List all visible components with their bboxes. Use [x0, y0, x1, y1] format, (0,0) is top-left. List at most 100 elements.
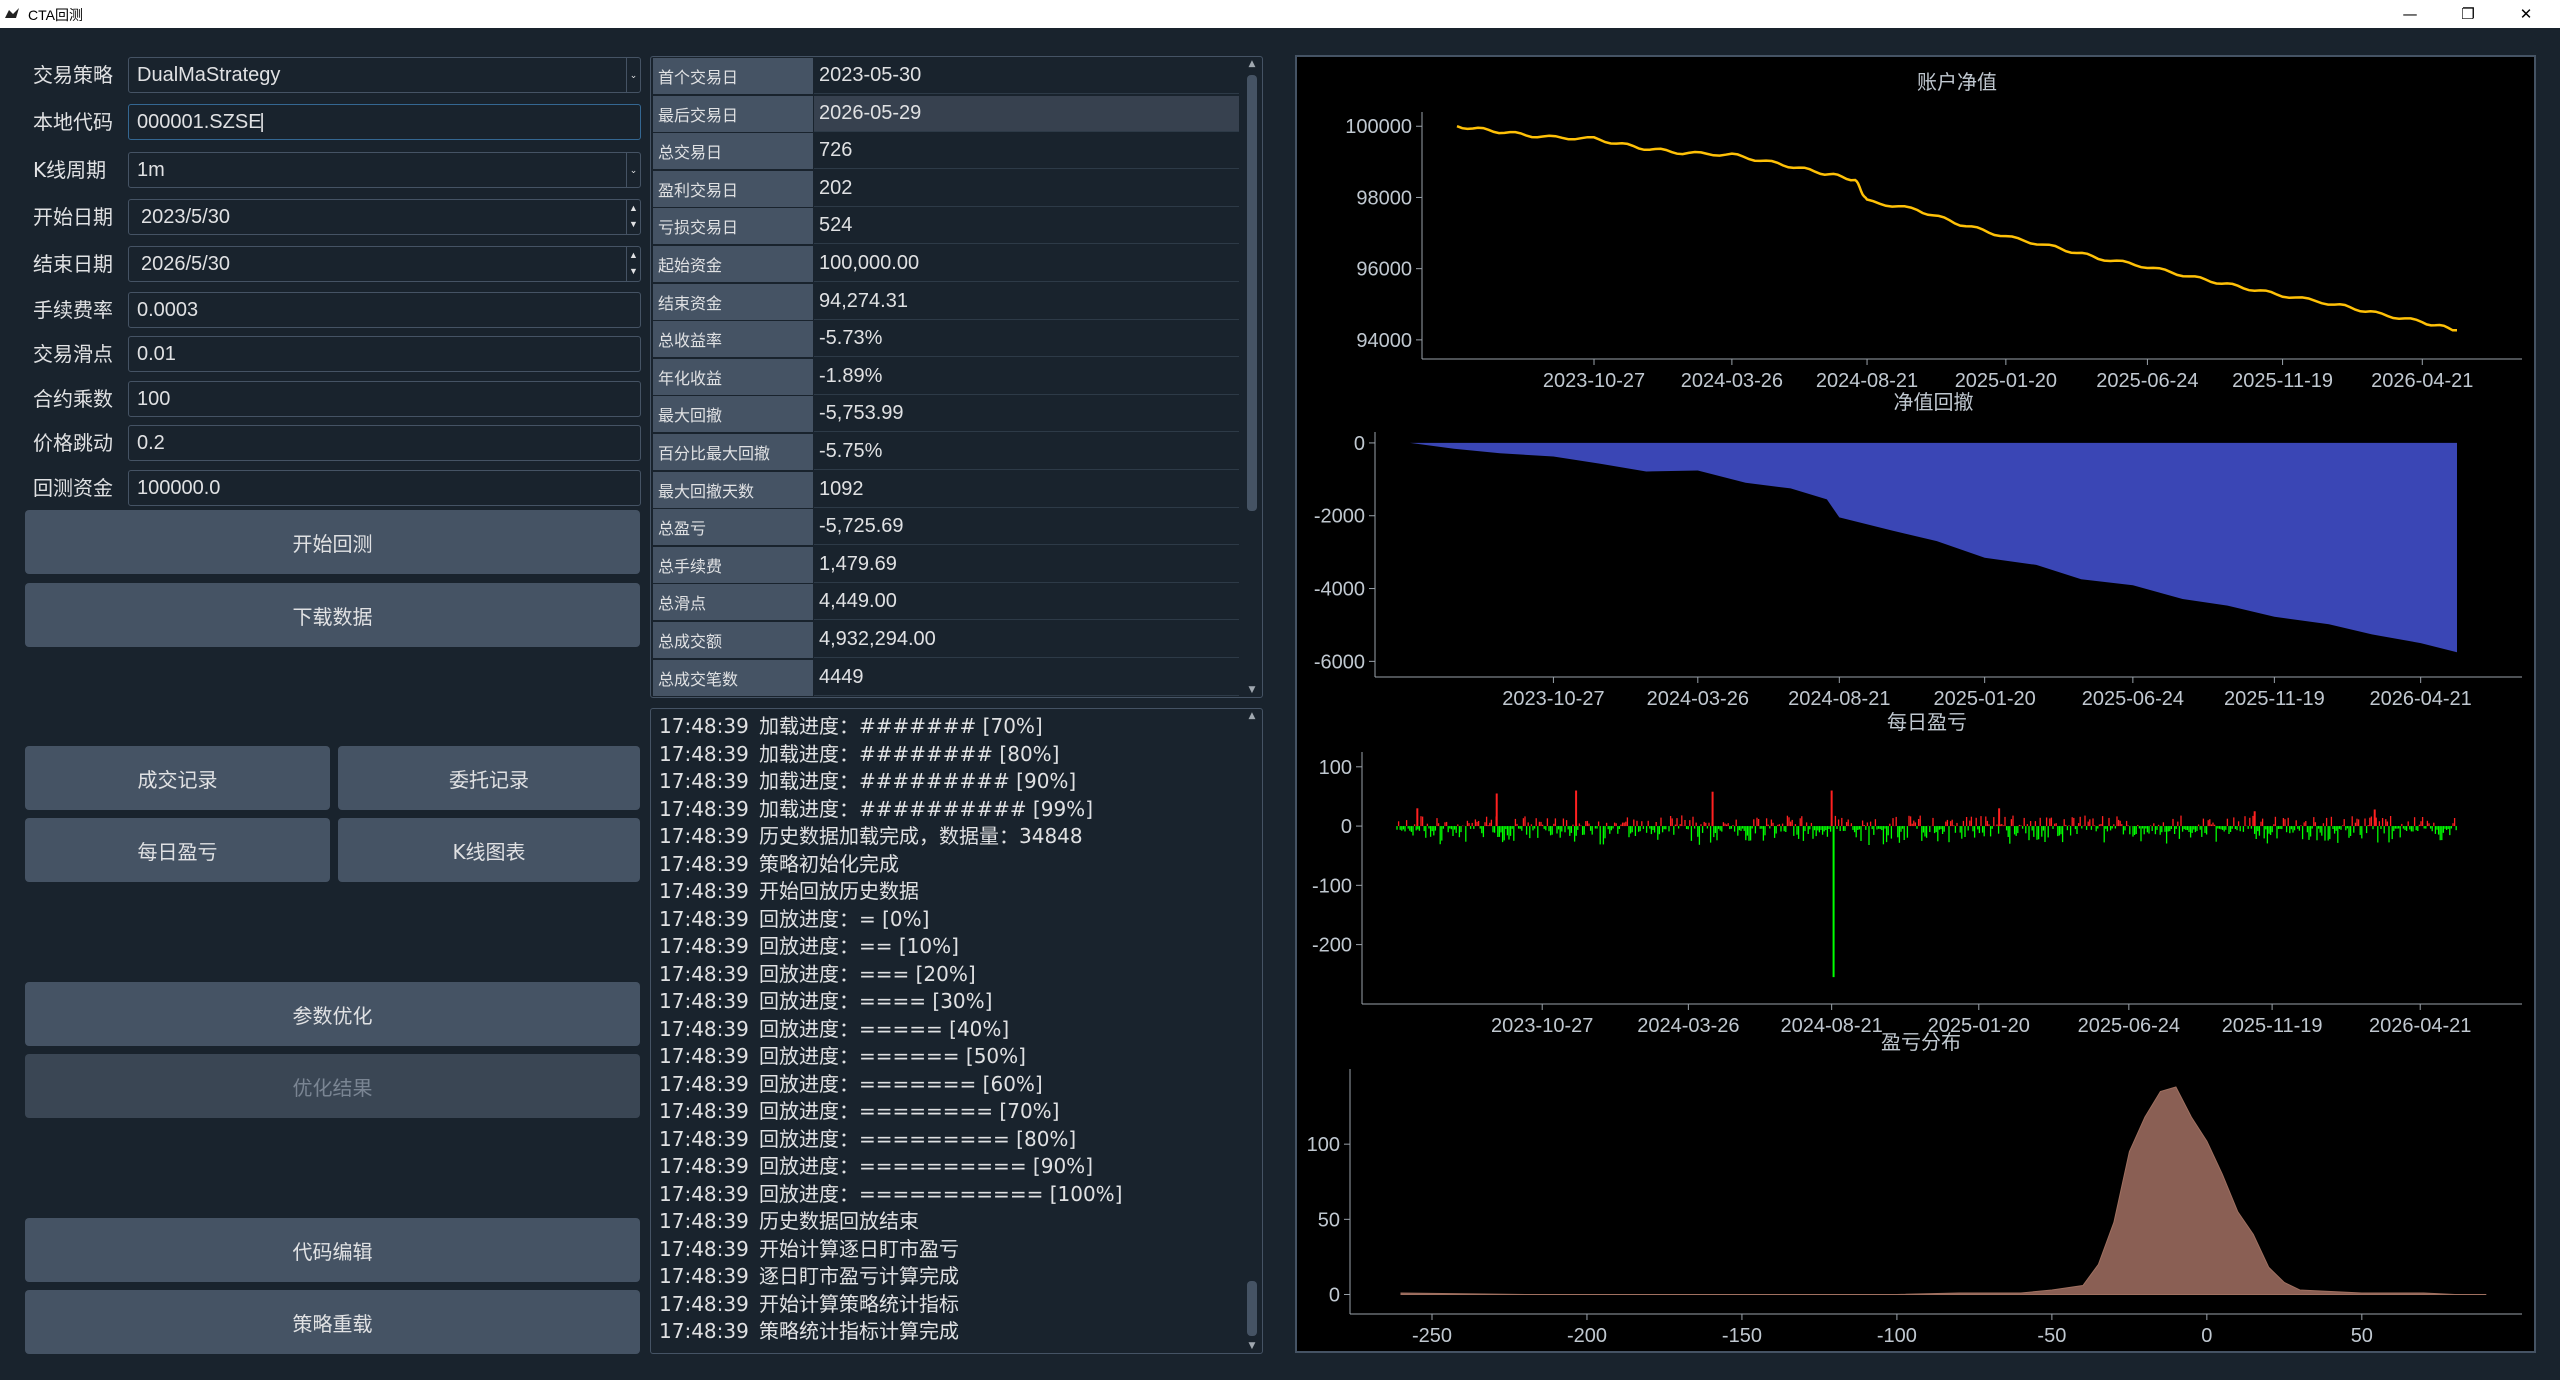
- title-bar: CTA回测 — ❐ ✕: [0, 0, 2560, 28]
- order-records-button[interactable]: 委托记录: [338, 746, 640, 810]
- trade-records-button[interactable]: 成交记录: [25, 746, 330, 810]
- statistics-scrollbar[interactable]: ▲ ▼: [1244, 59, 1260, 695]
- minimize-button[interactable]: —: [2382, 0, 2438, 28]
- log-message: 回放进度：= [0%]: [759, 906, 930, 931]
- text-field[interactable]: 100: [128, 381, 641, 417]
- strategy-reload-button[interactable]: 策略重载: [25, 1290, 640, 1354]
- x-tick-label: 2024-03-26: [1637, 1015, 1739, 1037]
- table-row[interactable]: 总手续费 1,479.69: [651, 546, 1241, 583]
- spin-arrows-icon[interactable]: ▲ ▼: [626, 247, 640, 281]
- stat-name: 总滑点: [653, 584, 813, 621]
- scrollbar-thumb[interactable]: [1247, 75, 1257, 511]
- form-label: 价格跳动: [33, 431, 113, 455]
- form-label: 交易策略: [33, 63, 113, 87]
- table-row[interactable]: 总成交笔数 4449: [651, 659, 1241, 696]
- form-label: 交易滑点: [33, 342, 113, 366]
- field-value: DualMaStrategy: [137, 64, 281, 86]
- chart-title: 盈亏分布: [1881, 1031, 1961, 1054]
- equity-line: [1456, 125, 2457, 332]
- date-field[interactable]: 2023/5/30 ▲ ▼: [128, 199, 641, 235]
- scrollbar-thumb[interactable]: [1247, 1281, 1257, 1336]
- text-field[interactable]: 0.0003: [128, 292, 641, 328]
- charts-panel: 账户净值 94000 96000 98000 100000 2023-10-27 2024-…: [1295, 55, 2536, 1353]
- table-row[interactable]: 总滑点 4,449.00: [651, 583, 1241, 621]
- log-line: 17:48:39 加载进度：####### [70%]: [659, 713, 1043, 740]
- table-row[interactable]: 最大回撤天数 1092: [651, 471, 1241, 508]
- combo-box[interactable]: 1m ⌄: [128, 152, 641, 188]
- log-time: 17:48:39: [659, 824, 749, 848]
- table-row[interactable]: 最后交易日 2026-05-29: [651, 95, 1241, 132]
- combo-box[interactable]: DualMaStrategy ⌄: [128, 57, 641, 93]
- y-tick-label: 98000: [1356, 187, 1412, 209]
- spin-arrows-icon[interactable]: ▲ ▼: [626, 200, 640, 234]
- x-tick-label: 2025-01-20: [1933, 688, 2035, 710]
- chevron-down-icon[interactable]: ⌄: [626, 153, 640, 187]
- table-row[interactable]: 总盈亏 -5,725.69: [651, 508, 1241, 546]
- stat-name: 亏损交易日: [653, 208, 813, 245]
- text-field[interactable]: 000001.SZSE|: [128, 104, 641, 140]
- y-tick-label: 96000: [1356, 259, 1412, 281]
- daily-pnl-button[interactable]: 每日盈亏: [25, 818, 330, 882]
- table-row[interactable]: 起始资金 100,000.00: [651, 245, 1241, 282]
- table-row[interactable]: 最大回撤 -5,753.99: [651, 395, 1241, 433]
- table-row[interactable]: 总收益率 -5.73%: [651, 320, 1241, 358]
- form-label: 回测资金: [33, 476, 113, 500]
- stat-value: -5,725.69: [814, 509, 1239, 546]
- field-value: 2026/5/30: [141, 253, 230, 275]
- x-tick-label: 50: [2351, 1325, 2373, 1347]
- x-tick-label: 2025-06-24: [2078, 1015, 2180, 1037]
- field-value: 1m: [137, 159, 165, 181]
- y-tick-label: 0: [1341, 816, 1352, 838]
- code-edit-button[interactable]: 代码编辑: [25, 1218, 640, 1282]
- table-row[interactable]: 百分比最大回撤 -5.75%: [651, 433, 1241, 470]
- scroll-up-icon[interactable]: ▲: [1244, 59, 1260, 69]
- scroll-down-icon[interactable]: ▼: [1244, 1341, 1260, 1351]
- log-output[interactable]: 17:48:39 加载进度：####### [70%] 17:48:39 加载进度：#…: [650, 708, 1263, 1354]
- log-line: 17:48:39 回放进度：======== [70%]: [659, 1098, 1059, 1125]
- x-tick-label: 2023-10-27: [1543, 370, 1645, 392]
- text-field[interactable]: 100000.0: [128, 470, 641, 506]
- log-message: 加载进度：########## [99%]: [759, 796, 1093, 821]
- optimize-button[interactable]: 参数优化: [25, 982, 640, 1046]
- log-message: 回放进度：====== [50%]: [759, 1044, 1026, 1068]
- text-field[interactable]: 0.01: [128, 336, 641, 372]
- table-row[interactable]: 总成交额 4,932,294.00: [651, 621, 1241, 658]
- log-line: 17:48:39 回放进度：===== [40%]: [659, 1016, 1009, 1043]
- start-backtest-button[interactable]: 开始回测: [25, 510, 640, 574]
- table-row[interactable]: 结束资金 94,274.31: [651, 283, 1241, 320]
- chart-3: [1344, 1069, 2522, 1320]
- chevron-down-icon[interactable]: ⌄: [626, 58, 640, 92]
- download-data-button[interactable]: 下载数据: [25, 583, 640, 647]
- optimization-result-button[interactable]: 优化结果: [25, 1054, 640, 1118]
- kline-chart-button[interactable]: K线图表: [338, 818, 640, 882]
- log-message: 历史数据加载完成，数据量：34848: [759, 824, 1083, 848]
- log-time: 17:48:39: [659, 989, 749, 1013]
- stat-name: 百分比最大回撤: [653, 434, 813, 470]
- stat-name: 最大回撤: [653, 396, 813, 433]
- x-tick-label: -150: [1722, 1325, 1762, 1347]
- table-row[interactable]: 盈利交易日 202: [651, 170, 1241, 207]
- log-time: 17:48:39: [659, 1099, 749, 1123]
- date-field[interactable]: 2026/5/30 ▲ ▼: [128, 246, 641, 282]
- stat-value: 4,449.00: [814, 584, 1239, 621]
- x-tick-label: 2023-10-27: [1491, 1015, 1593, 1037]
- text-field[interactable]: 0.2: [128, 425, 641, 461]
- stat-value: 2026-05-29: [814, 95, 1239, 132]
- log-time: 17:48:39: [659, 1209, 749, 1233]
- table-row[interactable]: 总交易日 726: [651, 132, 1241, 170]
- log-scrollbar[interactable]: ▲ ▼: [1244, 711, 1260, 1351]
- maximize-button[interactable]: ❐: [2440, 0, 2496, 28]
- stat-value: 1092: [814, 472, 1239, 508]
- stat-value: -5.75%: [814, 434, 1239, 470]
- scroll-up-icon[interactable]: ▲: [1244, 711, 1260, 721]
- app-logo-icon: [5, 8, 19, 18]
- close-button[interactable]: ✕: [2498, 0, 2554, 28]
- table-row[interactable]: 年化收益 -1.89%: [651, 358, 1241, 395]
- table-row[interactable]: 首个交易日 2023-05-30: [651, 57, 1241, 94]
- y-tick-label: 100: [1307, 1134, 1340, 1156]
- scroll-down-icon[interactable]: ▼: [1244, 685, 1260, 695]
- table-row[interactable]: 亏损交易日 524: [651, 207, 1241, 245]
- y-tick-label: 50: [1318, 1209, 1340, 1231]
- x-tick-label: 2024-03-26: [1647, 688, 1749, 710]
- text-cursor: |: [259, 111, 265, 133]
